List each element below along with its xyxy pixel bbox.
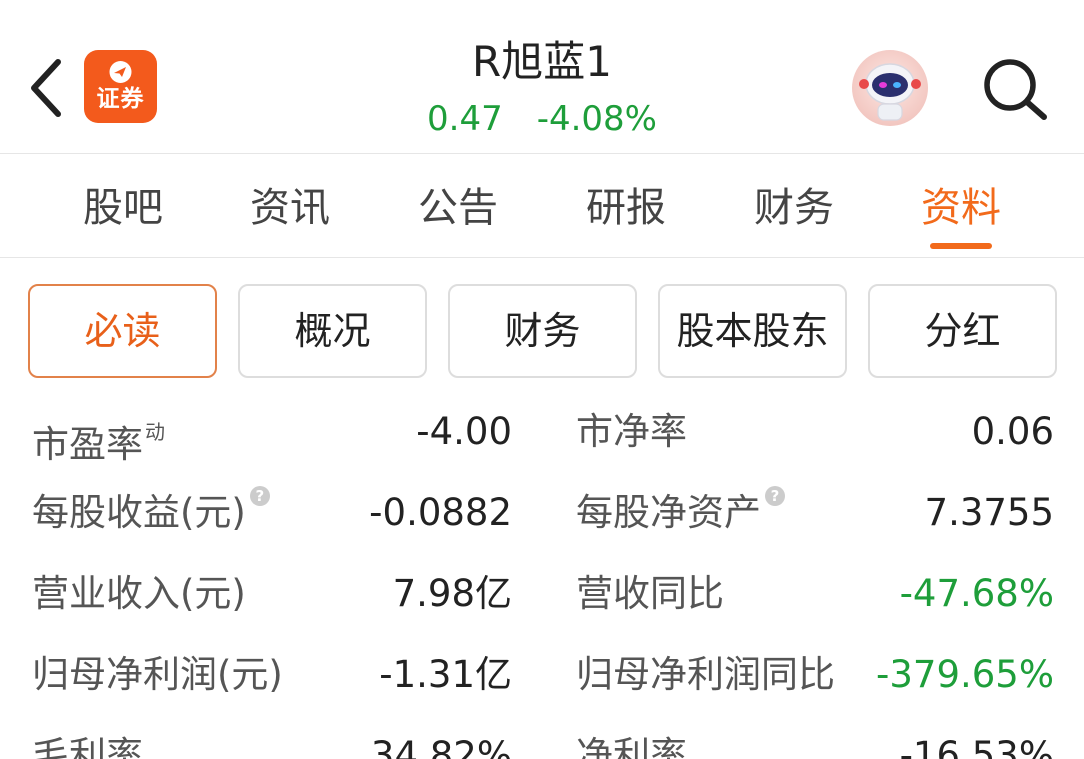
metrics-row: 营业收入(元) 7.98亿 营收同比 -47.68% bbox=[0, 554, 1084, 634]
subtab-overview[interactable]: 概况 bbox=[238, 284, 427, 378]
header: 证券 R旭蓝1 0.47 -4.08% bbox=[0, 0, 1084, 153]
metrics-row: 归母净利润(元) -1.31亿 归母净利润同比 -379.65% bbox=[0, 635, 1084, 715]
subtab-shareholders[interactable]: 股本股东 bbox=[658, 284, 847, 378]
stock-name: R旭蓝1 bbox=[472, 37, 612, 86]
subtab-finance[interactable]: 财务 bbox=[448, 284, 637, 378]
tab-announcements[interactable]: 公告 bbox=[398, 182, 518, 234]
pb-value: 0.06 bbox=[971, 410, 1054, 453]
pb-label: 市净率 bbox=[576, 410, 687, 453]
bvps-label: 每股净资产? bbox=[576, 473, 785, 553]
subtab-dividends[interactable]: 分红 bbox=[868, 284, 1057, 378]
tab-research[interactable]: 研报 bbox=[566, 182, 686, 234]
back-arrow-icon[interactable] bbox=[22, 56, 72, 120]
stock-change-pct: -4.08% bbox=[536, 99, 657, 139]
metrics-row: 市盈率动 -4.00 市净率 0.06 bbox=[0, 392, 1084, 472]
revenue-label: 营业收入(元) bbox=[32, 572, 246, 615]
key-metrics: 市盈率动 -4.00 市净率 0.06 每股收益(元)? -0.0882 每股净… bbox=[0, 392, 1084, 759]
metrics-row: 每股收益(元)? -0.0882 每股净资产? 7.3755 bbox=[0, 473, 1084, 553]
tabs-divider bbox=[0, 257, 1084, 258]
search-icon[interactable] bbox=[980, 56, 1052, 122]
net-profit-yoy-label: 归母净利润同比 bbox=[576, 653, 835, 696]
help-icon[interactable]: ? bbox=[249, 486, 270, 506]
bvps-value: 7.3755 bbox=[924, 491, 1054, 534]
robot-assistant-icon[interactable] bbox=[850, 48, 930, 128]
securities-logo: 证券 bbox=[84, 50, 157, 123]
subtab-must-read[interactable]: 必读 bbox=[28, 284, 217, 378]
tab-profile[interactable]: 资料 bbox=[901, 182, 1021, 234]
tab-finance[interactable]: 财务 bbox=[734, 182, 854, 234]
tab-news[interactable]: 资讯 bbox=[230, 182, 350, 234]
help-icon[interactable]: ? bbox=[765, 486, 785, 506]
pe-label: 市盈率动 bbox=[32, 420, 165, 466]
net-margin-label: 净利率 bbox=[576, 734, 687, 759]
net-profit-yoy-value: -379.65% bbox=[876, 653, 1054, 696]
tab-guba[interactable]: 股吧 bbox=[63, 182, 183, 234]
pe-sup: 动 bbox=[145, 420, 165, 444]
net-margin-value: -16.53% bbox=[899, 734, 1054, 759]
revenue-yoy-label: 营收同比 bbox=[576, 572, 724, 615]
eps-value: -0.0882 bbox=[369, 491, 512, 534]
securities-logo-icon bbox=[109, 61, 132, 83]
eps-label: 每股收益(元)? bbox=[32, 473, 270, 553]
gross-margin-label: 毛利率 bbox=[32, 734, 143, 759]
main-tabs: 股吧 资讯 公告 研报 财务 资料 bbox=[0, 154, 1084, 256]
gross-margin-value: 34.82% bbox=[370, 734, 512, 759]
pe-value: -4.00 bbox=[416, 410, 512, 453]
metrics-row: 毛利率 34.82% 净利率 -16.53% bbox=[0, 716, 1084, 759]
net-profit-value: -1.31亿 bbox=[379, 653, 512, 696]
logo-text: 证券 bbox=[96, 86, 145, 112]
revenue-value: 7.98亿 bbox=[392, 572, 512, 615]
revenue-yoy-value: -47.68% bbox=[899, 572, 1054, 615]
quote-row: 0.47 -4.08% bbox=[392, 96, 692, 142]
net-profit-label: 归母净利润(元) bbox=[32, 653, 283, 696]
stock-price: 0.47 bbox=[427, 99, 503, 139]
active-tab-indicator bbox=[930, 243, 992, 249]
